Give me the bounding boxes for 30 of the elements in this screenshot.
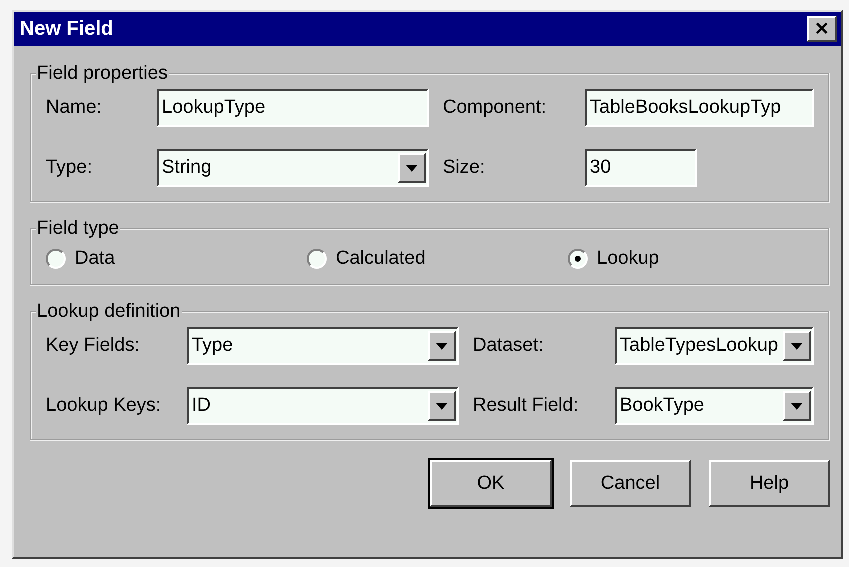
input-field[interactable]: LookupType bbox=[157, 89, 429, 127]
field-label: Result Field: bbox=[473, 395, 580, 417]
radio-option[interactable]: Lookup bbox=[568, 248, 660, 270]
input-field[interactable]: 30 bbox=[585, 149, 697, 187]
dropdown[interactable]: ID bbox=[187, 387, 459, 425]
field-label: Component: bbox=[443, 97, 548, 119]
radio-button[interactable] bbox=[568, 249, 588, 269]
field-label: Lookup Keys: bbox=[46, 395, 162, 417]
group-title: Lookup definition bbox=[36, 301, 182, 323]
group-title: Field type bbox=[36, 218, 120, 240]
group-title: Field properties bbox=[36, 63, 169, 85]
close-button[interactable]: ✕ bbox=[807, 16, 837, 42]
dialog-button[interactable]: OK bbox=[430, 460, 552, 507]
dialog-button[interactable]: Cancel bbox=[570, 460, 691, 507]
radio-option[interactable]: Calculated bbox=[307, 248, 568, 270]
dropdown[interactable]: TableTypesLookup bbox=[615, 327, 814, 365]
dialog-button[interactable]: Help bbox=[709, 460, 830, 507]
field-label: Size: bbox=[443, 157, 486, 179]
radio-button[interactable] bbox=[307, 249, 327, 269]
field-label: Key Fields: bbox=[46, 335, 141, 357]
field-label: Type: bbox=[46, 157, 94, 179]
radio-button[interactable] bbox=[46, 249, 66, 269]
dropdown[interactable]: BookType bbox=[615, 387, 814, 425]
window-title: New Field bbox=[20, 18, 114, 40]
radio-option[interactable]: Data bbox=[46, 248, 307, 270]
dropdown[interactable]: String bbox=[157, 149, 429, 187]
field-label: Dataset: bbox=[473, 335, 545, 357]
field-label: Name: bbox=[46, 97, 103, 119]
dropdown[interactable]: Type bbox=[187, 327, 459, 365]
input-field[interactable]: TableBooksLookupTyp bbox=[585, 89, 814, 127]
